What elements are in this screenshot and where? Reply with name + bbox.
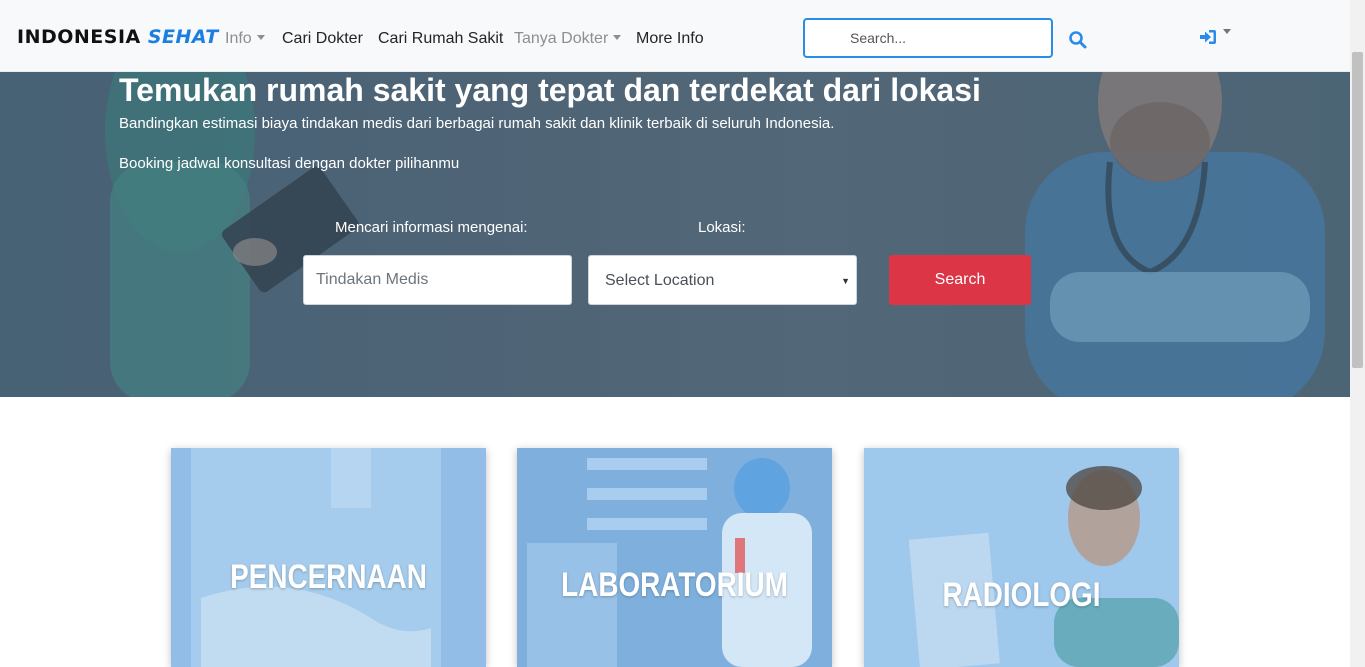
navbar-search-box	[803, 18, 1053, 58]
location-select[interactable]: Select Location ▼	[588, 255, 857, 305]
hero-subtitle: Bandingkan estimasi biaya tindakan medis…	[119, 115, 835, 132]
caret-down-icon	[1223, 29, 1231, 34]
hero-banner: Temukan rumah sakit yang tepat dan terde…	[0, 72, 1350, 397]
location-select-value: Select Location	[605, 272, 715, 289]
nav-cari-rumah-sakit[interactable]: Cari Rumah Sakit	[378, 29, 503, 49]
card-title-pencernaan: PENCERNAAN	[230, 558, 427, 596]
brand-part-1: INDONESIA	[17, 26, 141, 48]
navbar: INDONESIA SEHAT Info Cari Dokter Cari Ru…	[0, 0, 1350, 72]
location-label: Lokasi:	[698, 219, 746, 236]
search-icon[interactable]	[1068, 30, 1088, 50]
nav-more-info[interactable]: More Info	[636, 29, 704, 49]
card-radiologi[interactable]: RADIOLOGI	[864, 448, 1179, 667]
nav-cari-dokter[interactable]: Cari Dokter	[282, 29, 363, 49]
card-title-radiologi: RADIOLOGI	[942, 576, 1101, 614]
navbar-search-input[interactable]	[805, 20, 1051, 56]
hero-title: Temukan rumah sakit yang tepat dan terde…	[119, 72, 981, 108]
brand-logo[interactable]: INDONESIA SEHAT	[17, 25, 219, 49]
caret-down-icon	[613, 35, 622, 40]
page: INDONESIA SEHAT Info Cari Dokter Cari Ru…	[0, 0, 1365, 667]
nav-tanya-dokter-label: Tanya Dokter	[514, 30, 609, 47]
nav-tanya-dokter-dropdown[interactable]: Tanya Dokter	[514, 29, 622, 49]
laboratorium-image	[517, 448, 832, 667]
scrollbar-thumb[interactable]	[1352, 52, 1363, 368]
sign-in-icon	[1200, 30, 1216, 44]
card-title-laboratorium: LABORATORIUM	[561, 566, 788, 604]
hero-search-button[interactable]: Search	[889, 255, 1031, 305]
login-dropdown-button[interactable]	[1199, 29, 1231, 49]
tindakan-medis-input[interactable]	[304, 256, 571, 304]
radiologi-image	[864, 448, 1179, 667]
caret-down-icon	[256, 35, 265, 40]
brand-part-2: SEHAT	[147, 26, 219, 48]
page-scrollbar[interactable]	[1350, 0, 1365, 667]
nav-info-label: Info	[225, 30, 252, 47]
card-laboratorium[interactable]: LABORATORIUM	[517, 448, 832, 667]
hero-subtitle-booking: Booking jadwal konsultasi dengan dokter …	[119, 155, 460, 172]
nav-info-dropdown[interactable]: Info	[225, 29, 265, 49]
tindakan-medis-field	[303, 255, 572, 305]
query-label: Mencari informasi mengenai:	[335, 219, 528, 236]
dropdown-arrow-icon: ▼	[841, 276, 850, 286]
card-pencernaan[interactable]: PENCERNAAN	[171, 448, 486, 667]
